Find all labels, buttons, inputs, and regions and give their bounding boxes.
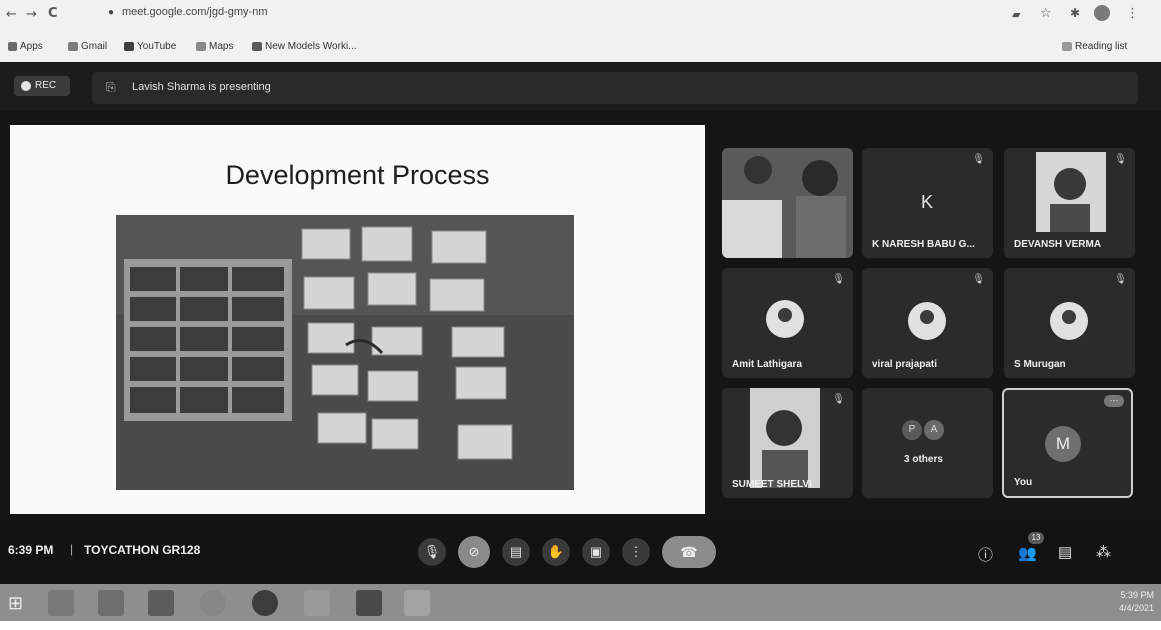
captions-button[interactable]: ▤ bbox=[502, 538, 530, 566]
camera-off-button[interactable]: ⊘ bbox=[458, 536, 490, 568]
windows-taskbar bbox=[0, 584, 1161, 621]
participant-tile[interactable]: 🎙 viral prajapati bbox=[862, 268, 993, 378]
chrome-icon[interactable] bbox=[200, 590, 226, 616]
separator: | bbox=[70, 542, 74, 556]
reading-list-label: Reading list bbox=[1075, 41, 1128, 52]
pdf-icon[interactable] bbox=[356, 590, 382, 616]
paint-icon[interactable] bbox=[404, 590, 430, 616]
star-icon[interactable]: ☆ bbox=[1040, 6, 1052, 21]
meeting-time: 6:39 PM bbox=[8, 543, 54, 557]
participant-name: S Murugan bbox=[1014, 359, 1066, 370]
windows-start-icon[interactable]: ⊞ bbox=[8, 593, 23, 614]
recording-badge: REC bbox=[14, 76, 70, 96]
people-icon[interactable]: 👥 bbox=[1018, 544, 1037, 562]
more-options-button[interactable]: ⋮ bbox=[622, 538, 650, 566]
self-avatar: M bbox=[1045, 426, 1081, 462]
network-app-icon[interactable] bbox=[304, 590, 330, 616]
slide-photo bbox=[116, 215, 574, 490]
bookmark-apps[interactable]: Apps bbox=[8, 41, 43, 52]
participant-name: Amit Lathigara bbox=[732, 359, 803, 370]
url-text[interactable]: meet.google.com/jgd-gmy-nm bbox=[122, 6, 268, 18]
maps-icon bbox=[196, 41, 206, 51]
participant-name: DEVANSH VERMA bbox=[1014, 239, 1102, 250]
profile-avatar[interactable] bbox=[1094, 5, 1110, 21]
activities-icon[interactable]: ⁂ bbox=[1096, 543, 1111, 561]
participants-count-badge: 13 bbox=[1028, 532, 1044, 544]
bookmark-youtube[interactable]: YouTube bbox=[124, 41, 176, 52]
reading-list-icon bbox=[1062, 41, 1072, 51]
bookmark-label: Apps bbox=[20, 41, 43, 52]
leave-call-button[interactable]: ☎ bbox=[662, 536, 716, 568]
participant-tile[interactable]: 🎙 Amit Lathigara bbox=[722, 268, 853, 378]
participant-tile-self[interactable]: ··· M You bbox=[1002, 388, 1133, 498]
store-icon[interactable] bbox=[148, 590, 174, 616]
bookmark-label: Maps bbox=[209, 41, 234, 52]
mic-muted-icon: 🎙 bbox=[972, 274, 985, 285]
reload-icon[interactable]: C bbox=[48, 6, 58, 21]
gmail-icon bbox=[68, 41, 78, 51]
rec-dot-icon bbox=[21, 81, 31, 91]
participant-tile[interactable]: 🎙 SUMEET SHELVI bbox=[722, 388, 853, 498]
k-icon bbox=[252, 41, 262, 51]
bookmark-label: Gmail bbox=[81, 41, 108, 52]
mic-muted-icon: 🎙 bbox=[1114, 154, 1127, 165]
avatar-face bbox=[920, 310, 934, 324]
youtube-icon bbox=[124, 41, 134, 51]
bookmark-label: New Models Worki... bbox=[265, 41, 357, 52]
participant-tile[interactable]: 🎙 DEVANSH VERMA bbox=[1004, 148, 1135, 258]
present-screen-icon: ⎘ bbox=[106, 80, 116, 94]
present-button[interactable]: ▣ bbox=[582, 538, 610, 566]
participant-initial: K bbox=[921, 192, 934, 212]
info-icon[interactable]: ⓘ bbox=[978, 544, 993, 565]
raise-hand-button[interactable]: ✋ bbox=[542, 538, 570, 566]
participant-name: SUMEET SHELVI bbox=[732, 479, 812, 490]
taskbar-time: 5:39 PM bbox=[1120, 590, 1154, 600]
forward-icon[interactable]: → bbox=[26, 7, 37, 22]
participant-tile[interactable]: 🎙 S Murugan bbox=[1004, 268, 1135, 378]
participant-tile[interactable]: 🎙 K K NARESH BABU G... bbox=[862, 148, 993, 258]
mic-muted-icon: 🎙 bbox=[832, 394, 845, 405]
puzzle-icon[interactable]: ✱ bbox=[1070, 6, 1080, 20]
avatar-face bbox=[1062, 310, 1076, 324]
bookmark-label: YouTube bbox=[137, 41, 177, 52]
presenting-banner: ⎘ Lavish Sharma is presenting bbox=[92, 72, 1138, 104]
chat-icon[interactable]: ▤ bbox=[1058, 543, 1072, 561]
participant-initial: A bbox=[924, 420, 944, 440]
taskbar-date: 4/4/2021 bbox=[1118, 603, 1154, 613]
rec-label: REC bbox=[35, 80, 57, 91]
bookmark-maps[interactable]: Maps bbox=[196, 41, 233, 52]
menu-icon[interactable]: ⋮ bbox=[1126, 6, 1139, 21]
participant-name: viral prajapati bbox=[872, 359, 938, 370]
participant-tile-others[interactable]: P A 3 others bbox=[862, 388, 993, 498]
wall-photo-image bbox=[116, 215, 574, 490]
bookmark-gmail[interactable]: Gmail bbox=[68, 41, 107, 52]
bookmark-new-models[interactable]: New Models Worki... bbox=[252, 41, 357, 52]
participant-name: 3 others bbox=[904, 454, 943, 465]
mic-button[interactable]: 🎙 bbox=[418, 538, 446, 566]
mic-muted-icon: 🎙 bbox=[972, 154, 985, 165]
presenting-text: Lavish Sharma is presenting bbox=[132, 81, 271, 93]
meeting-name: TOYCATHON GR128 bbox=[84, 543, 201, 557]
apps-grid-icon bbox=[8, 41, 17, 51]
participant-initial: P bbox=[902, 420, 922, 440]
more-options-icon[interactable]: ··· bbox=[1104, 395, 1124, 407]
participant-name: You bbox=[1014, 477, 1033, 488]
back-icon[interactable]: ← bbox=[6, 7, 17, 22]
participant-video bbox=[722, 148, 853, 258]
lock-icon: ● bbox=[108, 7, 115, 18]
edge-icon[interactable] bbox=[48, 590, 74, 616]
reading-list[interactable]: Reading list bbox=[1062, 41, 1127, 52]
mic-muted-icon: 🎙 bbox=[832, 274, 845, 285]
maps-pin-icon[interactable] bbox=[252, 590, 278, 616]
participant-name: K NARESH BABU G... bbox=[872, 239, 975, 250]
avatar-face bbox=[778, 308, 792, 322]
slide-title: Development Process bbox=[225, 160, 490, 190]
mic-muted-icon: 🎙 bbox=[1114, 274, 1127, 285]
file-explorer-icon[interactable] bbox=[98, 590, 124, 616]
participant-tile[interactable] bbox=[722, 148, 853, 258]
extension-icon[interactable]: ▰ bbox=[1012, 8, 1020, 21]
